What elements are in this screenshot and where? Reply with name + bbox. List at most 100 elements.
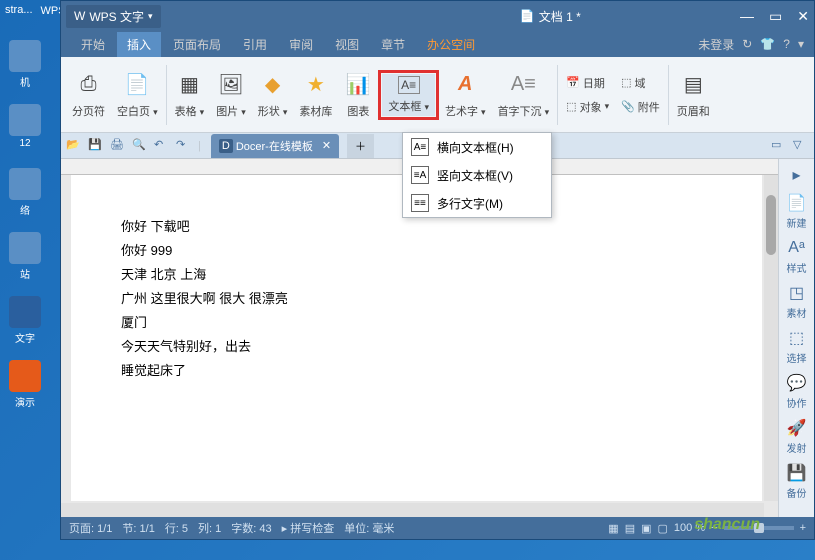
sb-unit[interactable]: 单位: 毫米 xyxy=(344,520,394,536)
help-icon[interactable]: ? xyxy=(783,37,790,51)
table-button[interactable]: ▦表格 ▾ xyxy=(169,69,211,121)
side-panel: ▸ 📄新建 Aᵃ样式 ◳素材 ⬚选择 💬协作 🚀发射 💾备份 xyxy=(778,159,814,517)
star-icon: ★ xyxy=(302,71,330,99)
menu-section[interactable]: 章节 xyxy=(371,32,415,57)
menu-review[interactable]: 审阅 xyxy=(279,32,323,57)
preview-icon[interactable]: 🔍 xyxy=(132,138,148,154)
toolbar-icon[interactable]: ▭ xyxy=(771,138,787,154)
login-status[interactable]: 未登录 xyxy=(698,36,734,53)
taskbar-item[interactable]: stra... xyxy=(5,4,33,16)
sb-col[interactable]: 列: 1 xyxy=(198,520,221,536)
sb-page[interactable]: 页面: 1/1 xyxy=(69,520,112,536)
sb-section[interactable]: 节: 1/1 xyxy=(122,520,154,536)
view-icon[interactable]: ▢ xyxy=(658,522,668,535)
view-icon[interactable]: ▦ xyxy=(608,522,618,535)
chevron-down-icon[interactable]: ▾ xyxy=(798,37,804,51)
sb-chars[interactable]: 字数: 43 xyxy=(231,520,271,536)
shapes-button[interactable]: ◆形状 ▾ xyxy=(252,69,294,121)
doc-line: 天津 北京 上海 xyxy=(121,263,712,287)
undo-icon[interactable]: ↶ xyxy=(154,138,170,154)
side-new[interactable]: 📄新建 xyxy=(787,193,807,230)
docer-tab[interactable]: D Docer-在线模板 ✕ xyxy=(211,134,339,158)
close-button[interactable]: ✕ xyxy=(797,8,809,25)
view-icon[interactable]: ▤ xyxy=(625,522,635,535)
open-icon[interactable]: 📂 xyxy=(66,138,82,154)
desktop-icon[interactable]: 演示 xyxy=(5,360,45,416)
menu-office-space[interactable]: 办公空间 xyxy=(417,32,485,57)
page-break-button[interactable]: ⎙分页符 xyxy=(66,69,111,121)
desktop-icon[interactable]: 12 xyxy=(5,104,45,160)
side-coop[interactable]: 💬协作 xyxy=(787,373,807,410)
desktop-icon[interactable]: 站 xyxy=(5,232,45,288)
sb-line[interactable]: 行: 5 xyxy=(165,520,188,536)
wps-logo-icon: W xyxy=(74,9,85,23)
view-icon[interactable]: ▣ xyxy=(641,522,651,535)
side-material[interactable]: ◳素材 xyxy=(787,283,807,320)
save-icon[interactable]: 💾 xyxy=(88,138,104,154)
desktop-icon[interactable]: 络 xyxy=(5,168,45,224)
toolbar-icon[interactable]: ▽ xyxy=(793,138,809,154)
field-icon: ⬚ xyxy=(621,76,631,89)
side-select[interactable]: ⬚选择 xyxy=(787,328,807,365)
attachment-icon: 📎 xyxy=(621,100,635,113)
header-footer-button[interactable]: ▤页眉和 xyxy=(671,69,716,121)
highlighted-area: A≡文本框 ▾ xyxy=(378,70,439,120)
minimize-button[interactable]: ― xyxy=(740,8,754,25)
blank-page-button[interactable]: 📄空白页 ▾ xyxy=(111,69,164,121)
calendar-icon: 📅 xyxy=(566,76,580,89)
chat-icon: 💬 xyxy=(787,373,807,393)
doc-line: 厦门 xyxy=(121,311,712,335)
picture-button[interactable]: 🖼图片 ▾ xyxy=(210,69,252,121)
chart-icon: 📊 xyxy=(344,71,372,99)
document-icon: 📄 xyxy=(520,9,535,23)
close-tab-icon[interactable]: ✕ xyxy=(322,139,331,152)
menu-view[interactable]: 视图 xyxy=(325,32,369,57)
watermark: shancun xyxy=(694,516,760,534)
menu-insert[interactable]: 插入 xyxy=(117,32,161,57)
menu-start[interactable]: 开始 xyxy=(71,32,115,57)
chart-button[interactable]: 📊图表 xyxy=(338,69,378,121)
desktop-icon[interactable]: 文字 xyxy=(5,296,45,352)
redo-icon[interactable]: ↷ xyxy=(176,138,192,154)
print-icon[interactable]: 🖨 xyxy=(110,138,126,154)
date-button[interactable]: 📅日期 xyxy=(564,73,611,93)
side-backup[interactable]: 💾备份 xyxy=(787,463,807,500)
textbox-button[interactable]: A≡文本框 ▾ xyxy=(382,74,435,116)
field-button[interactable]: ⬚域 xyxy=(619,73,662,93)
dd-multiline-text[interactable]: ≡≡ 多行文字(M) xyxy=(403,189,551,217)
dd-vertical-textbox[interactable]: ≡A 竖向文本框(V) xyxy=(403,161,551,189)
titlebar: W WPS 文字 ▾ 📄 文档 1 * ― ▭ ✕ xyxy=(61,1,814,31)
multiline-text-icon: ≡≡ xyxy=(411,194,429,212)
sb-spell[interactable]: ▸ 拼写检查 xyxy=(282,520,335,536)
desktop-icons: 机 12 络 站 文字 演示 xyxy=(5,40,45,424)
object-button[interactable]: ⬚对象 ▾ xyxy=(564,97,611,117)
clipart-button[interactable]: ★素材库 xyxy=(293,69,338,121)
desktop-icon[interactable]: 机 xyxy=(5,40,45,96)
wordart-button[interactable]: A艺术字 ▾ xyxy=(439,69,492,121)
side-send[interactable]: 🚀发射 xyxy=(787,418,807,455)
zoom-in-button[interactable]: + xyxy=(800,522,806,534)
vertical-scrollbar[interactable] xyxy=(764,175,778,501)
document-page[interactable]: 📄▸ 你好 下载吧 你好 999 天津 北京 上海 广州 这里很大啊 很大 很漂… xyxy=(71,175,762,501)
sync-icon[interactable]: ↻ xyxy=(742,37,752,51)
horizontal-scrollbar[interactable] xyxy=(61,503,764,517)
shapes-icon: ◆ xyxy=(259,71,287,99)
shirt-icon[interactable]: 👕 xyxy=(760,37,775,51)
menu-reference[interactable]: 引用 xyxy=(233,32,277,57)
docer-icon: D xyxy=(219,139,233,153)
textbox-dropdown: A≡ 横向文本框(H) ≡A 竖向文本框(V) ≡≡ 多行文字(M) xyxy=(402,132,552,218)
attachment-button[interactable]: 📎附件 xyxy=(619,97,662,117)
new-tab-button[interactable]: ＋ xyxy=(347,134,374,158)
menu-pagelayout[interactable]: 页面布局 xyxy=(163,32,231,57)
object-icon: ⬚ xyxy=(566,100,576,113)
maximize-button[interactable]: ▭ xyxy=(769,8,782,25)
side-arrow-icon[interactable]: ▸ xyxy=(787,165,807,185)
doc-line: 你好 下载吧 xyxy=(121,215,712,239)
backup-icon: 💾 xyxy=(787,463,807,483)
select-icon: ⬚ xyxy=(787,328,807,348)
dropcap-button[interactable]: A≡首字下沉 ▾ xyxy=(492,69,556,121)
side-style[interactable]: Aᵃ样式 xyxy=(787,238,807,275)
app-title-badge[interactable]: W WPS 文字 ▾ xyxy=(66,5,161,28)
dd-horizontal-textbox[interactable]: A≡ 横向文本框(H) xyxy=(403,133,551,161)
vertical-textbox-icon: ≡A xyxy=(411,166,429,184)
